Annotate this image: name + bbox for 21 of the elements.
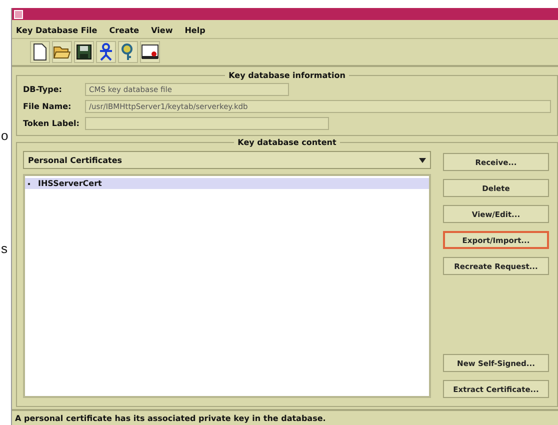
window-icon[interactable] — [14, 10, 23, 18]
text-field[interactable] — [85, 116, 329, 130]
list-item[interactable]: IHSServerCert — [25, 178, 429, 189]
dropdown-arrow-icon — [419, 158, 426, 162]
background-text: o — [1, 128, 8, 143]
certificate-type-dropdown[interactable]: Personal Certificates — [23, 151, 431, 169]
person-icon[interactable] — [98, 43, 114, 61]
field-label: DB-Type: — [23, 84, 63, 94]
section-title: Key database information — [228, 71, 346, 80]
field-label: File Name: — [23, 102, 72, 110]
status-text: A personal certificate has its associated private key in the database. — [15, 414, 326, 422]
field-label: Token Label: — [23, 118, 80, 128]
background-text: s — [1, 241, 8, 256]
section-title: Key database content — [236, 138, 338, 147]
menu-item[interactable]: Key Database File — [16, 26, 98, 34]
monitor-icon[interactable] — [141, 44, 159, 60]
menu-item[interactable]: Create — [109, 26, 140, 34]
menu-item[interactable]: View — [151, 26, 173, 34]
new-document-icon[interactable] — [32, 43, 48, 61]
folder-icon[interactable] — [53, 44, 71, 60]
menu-item[interactable]: Help — [184, 26, 206, 34]
